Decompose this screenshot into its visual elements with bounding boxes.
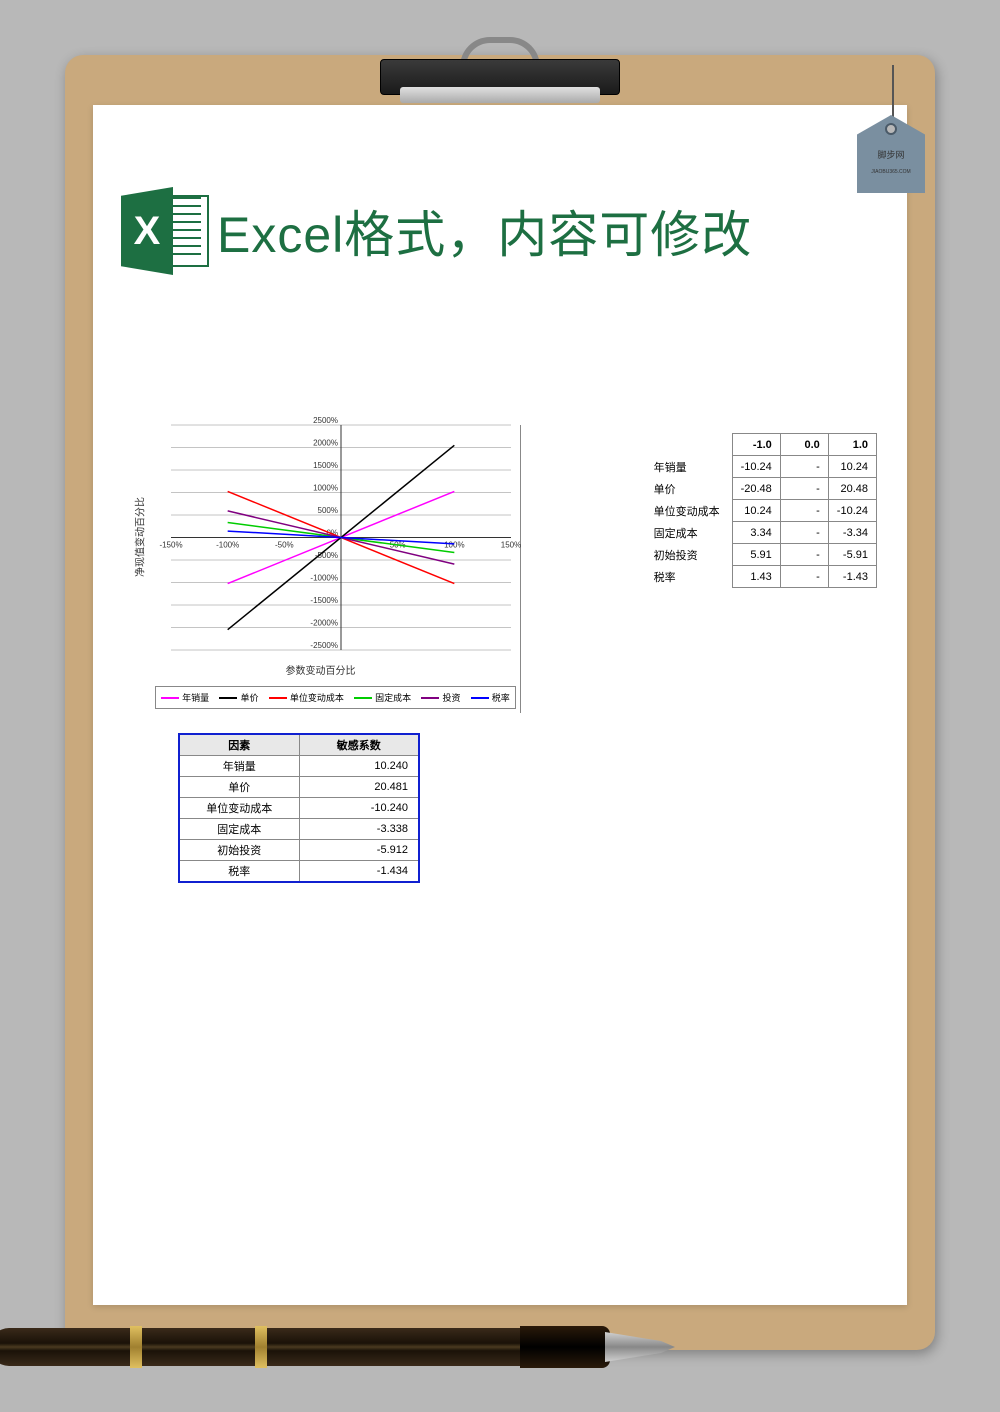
- data-cell: -10.24: [732, 456, 780, 478]
- svg-text:-1000%: -1000%: [310, 574, 338, 583]
- chart-y-axis-label: 净现值变动百分比: [132, 497, 147, 577]
- svg-text:-100%: -100%: [216, 541, 239, 550]
- svg-text:-1500%: -1500%: [310, 596, 338, 605]
- variation-data-table: -1.00.01.0 年销量-10.24-10.24单价-20.48-20.48…: [646, 433, 877, 588]
- row-label: 税率: [646, 566, 733, 588]
- data-cell: 1.43: [732, 566, 780, 588]
- svg-text:-150%: -150%: [159, 541, 182, 550]
- row-label: 固定成本: [646, 522, 733, 544]
- excel-icon: X: [121, 187, 209, 275]
- table-row: 固定成本3.34--3.34: [646, 522, 877, 544]
- svg-text:2500%: 2500%: [313, 416, 338, 425]
- data-cell: 20.48: [828, 478, 876, 500]
- sens-value: -1.434: [299, 861, 419, 883]
- row-label: 年销量: [646, 456, 733, 478]
- svg-text:-2000%: -2000%: [310, 619, 338, 628]
- table-row: 单位变动成本-10.240: [179, 798, 419, 819]
- table-row: 初始投资-5.912: [179, 840, 419, 861]
- sensitivity-chart: 净现值变动百分比 -2500%-2000%-1500%-1000%-500%0%…: [121, 425, 521, 713]
- table-row: 年销量10.240: [179, 756, 419, 777]
- svg-text:150%: 150%: [501, 541, 521, 550]
- sens-value: -10.240: [299, 798, 419, 819]
- tag-text-1: 脚步网: [877, 148, 904, 161]
- sensitivity-coefficient-table: 因素 敏感系数 年销量10.240单价20.481单位变动成本-10.240固定…: [178, 733, 420, 883]
- svg-text:2000%: 2000%: [313, 439, 338, 448]
- data-cell: -: [780, 544, 828, 566]
- svg-text:-50%: -50%: [275, 541, 294, 550]
- legend-item: 税率: [471, 691, 510, 704]
- legend-item: 年销量: [161, 691, 209, 704]
- data-cell: -3.34: [828, 522, 876, 544]
- data-cell: 10.24: [828, 456, 876, 478]
- data-cell: -: [780, 566, 828, 588]
- page-title: Excel格式，内容可修改: [217, 195, 752, 267]
- sens-name: 初始投资: [179, 840, 299, 861]
- sens-name: 单位变动成本: [179, 798, 299, 819]
- svg-text:500%: 500%: [318, 506, 338, 515]
- tag-text-2: JIAOBU365.COM: [871, 169, 910, 175]
- table-row: 固定成本-3.338: [179, 819, 419, 840]
- data-cell: -: [780, 478, 828, 500]
- sens-name: 单价: [179, 777, 299, 798]
- document-header: X Excel格式，内容可修改: [121, 187, 752, 275]
- row-label: 单位变动成本: [646, 500, 733, 522]
- data-cell: -: [780, 456, 828, 478]
- svg-text:1500%: 1500%: [313, 461, 338, 470]
- sens-name: 固定成本: [179, 819, 299, 840]
- table-row: 单价20.481: [179, 777, 419, 798]
- clipboard-clip: [380, 37, 620, 107]
- legend-item: 投资: [421, 691, 460, 704]
- legend-item: 单位变动成本: [269, 691, 344, 704]
- svg-text:-2500%: -2500%: [310, 641, 338, 650]
- sens-value: -3.338: [299, 819, 419, 840]
- sens-name: 税率: [179, 861, 299, 883]
- data-cell: -5.91: [828, 544, 876, 566]
- data-cell: -1.43: [828, 566, 876, 588]
- chart-legend: 年销量单价单位变动成本固定成本投资税率: [155, 686, 516, 709]
- svg-text:100%: 100%: [444, 541, 464, 550]
- data-cell: -: [780, 500, 828, 522]
- data-table-header: -1.0: [732, 434, 780, 456]
- table-row: 单位变动成本10.24--10.24: [646, 500, 877, 522]
- row-label: 单价: [646, 478, 733, 500]
- sens-value: -5.912: [299, 840, 419, 861]
- data-table-header: 1.0: [828, 434, 876, 456]
- table-row: 年销量-10.24-10.24: [646, 456, 877, 478]
- data-cell: 5.91: [732, 544, 780, 566]
- data-cell: -20.48: [732, 478, 780, 500]
- sens-value: 10.240: [299, 756, 419, 777]
- data-cell: -: [780, 522, 828, 544]
- svg-text:1000%: 1000%: [313, 484, 338, 493]
- sens-name: 年销量: [179, 756, 299, 777]
- table-row: 税率-1.434: [179, 861, 419, 883]
- chart-x-axis-label: 参数变动百分比: [286, 662, 356, 677]
- paper-sheet: X Excel格式，内容可修改 净现值变动百分比 -2500%-2000%-15…: [93, 105, 907, 1305]
- data-cell: -10.24: [828, 500, 876, 522]
- clipboard-frame: 脚步网 JIAOBU365.COM X Excel格式，内容可修改 净现值变动百…: [65, 55, 935, 1350]
- sens-th-factor: 因素: [179, 734, 299, 756]
- fountain-pen: [0, 1314, 690, 1384]
- legend-item: 固定成本: [354, 691, 411, 704]
- data-table-header: 0.0: [780, 434, 828, 456]
- row-label: 初始投资: [646, 544, 733, 566]
- sens-th-coef: 敏感系数: [299, 734, 419, 756]
- table-row: 税率1.43--1.43: [646, 566, 877, 588]
- table-row: 初始投资5.91--5.91: [646, 544, 877, 566]
- sens-value: 20.481: [299, 777, 419, 798]
- legend-item: 单价: [219, 691, 258, 704]
- data-cell: 10.24: [732, 500, 780, 522]
- table-row: 单价-20.48-20.48: [646, 478, 877, 500]
- data-cell: 3.34: [732, 522, 780, 544]
- price-tag: 脚步网 JIAOBU365.COM: [857, 65, 937, 185]
